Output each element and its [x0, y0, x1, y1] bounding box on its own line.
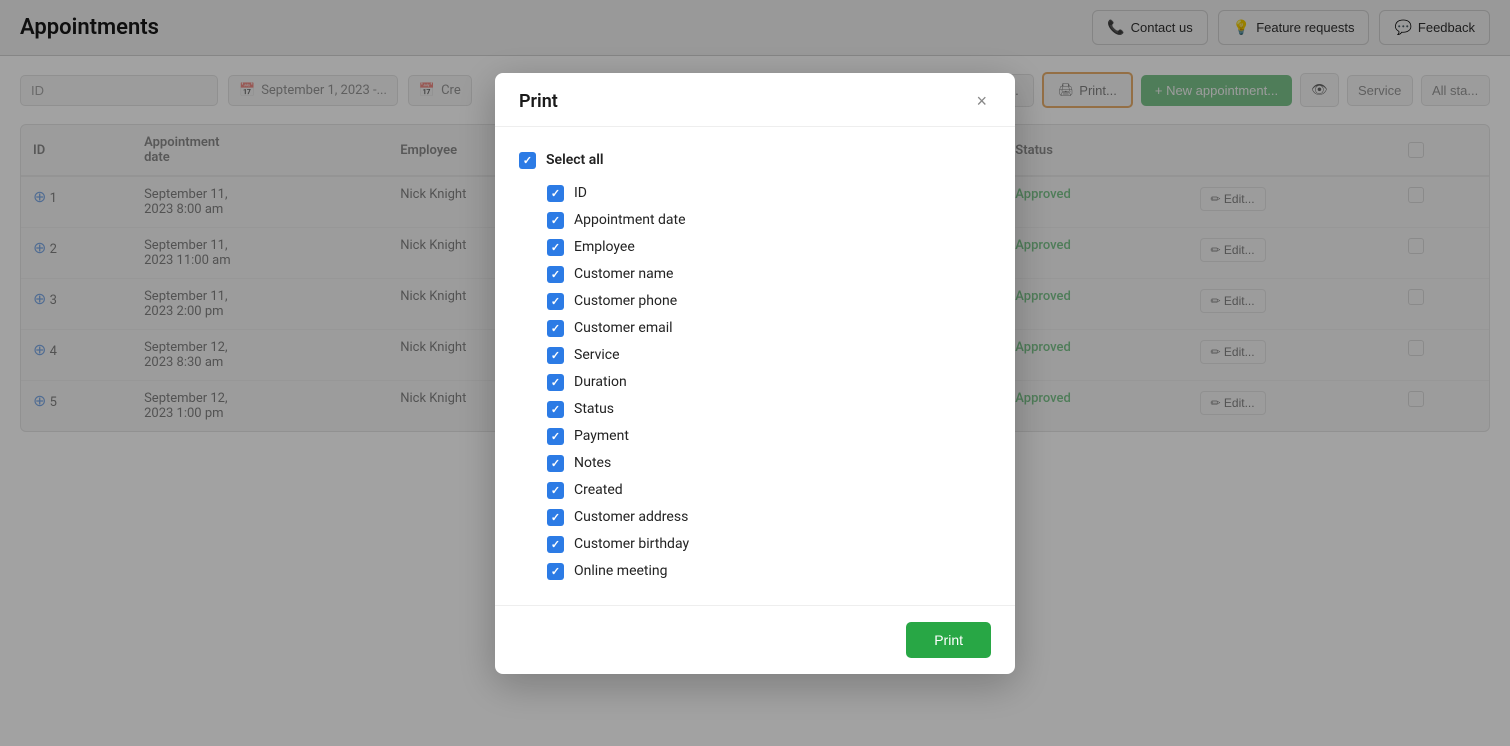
checkbox-label-duration: Duration	[574, 374, 627, 390]
checkbox-item-customer-birthday[interactable]: Customer birthday	[519, 531, 991, 558]
checkbox-item-notes[interactable]: Notes	[519, 450, 991, 477]
checkbox-label-status: Status	[574, 401, 614, 417]
checkbox-created[interactable]	[547, 482, 564, 499]
checkbox-item-service[interactable]: Service	[519, 342, 991, 369]
checkbox-customer-birthday[interactable]	[547, 536, 564, 553]
checkbox-label-customer-name: Customer name	[574, 266, 673, 282]
checkbox-customer-address[interactable]	[547, 509, 564, 526]
checkbox-label-payment: Payment	[574, 428, 629, 444]
checkbox-status[interactable]	[547, 401, 564, 418]
checkbox-item-status[interactable]: Status	[519, 396, 991, 423]
modal-header: Print ×	[495, 73, 1015, 127]
checkbox-duration[interactable]	[547, 374, 564, 391]
select-all-checkbox[interactable]	[519, 152, 536, 169]
checkbox-item-customer-email[interactable]: Customer email	[519, 315, 991, 342]
select-all-label: Select all	[546, 152, 604, 168]
modal-footer: Print	[495, 605, 1015, 674]
checkbox-item-employee[interactable]: Employee	[519, 234, 991, 261]
checkbox-label-notes: Notes	[574, 455, 611, 471]
modal-title: Print	[519, 91, 558, 112]
checkbox-employee[interactable]	[547, 239, 564, 256]
checkbox-item-online-meeting[interactable]: Online meeting	[519, 558, 991, 585]
modal-print-button[interactable]: Print	[906, 622, 991, 658]
checkbox-label-customer-phone: Customer phone	[574, 293, 677, 309]
print-modal: Print × Select all ID Appointment date	[495, 73, 1015, 674]
checkbox-item-customer-phone[interactable]: Customer phone	[519, 288, 991, 315]
checkbox-notes[interactable]	[547, 455, 564, 472]
checkbox-label-customer-birthday: Customer birthday	[574, 536, 689, 552]
checkbox-item-created[interactable]: Created	[519, 477, 991, 504]
checkbox-label-appointment-date: Appointment date	[574, 212, 686, 228]
checkbox-item-id[interactable]: ID	[519, 180, 991, 207]
checkbox-service[interactable]	[547, 347, 564, 364]
checkbox-label-customer-address: Customer address	[574, 509, 688, 525]
checkbox-customer-name[interactable]	[547, 266, 564, 283]
modal-body: Select all ID Appointment date Employee	[495, 127, 1015, 605]
checkbox-label-employee: Employee	[574, 239, 635, 255]
checkbox-label-customer-email: Customer email	[574, 320, 673, 336]
checkbox-item-customer-name[interactable]: Customer name	[519, 261, 991, 288]
checkbox-label-created: Created	[574, 482, 623, 498]
modal-overlay[interactable]: Print × Select all ID Appointment date	[0, 0, 1510, 746]
checkbox-id[interactable]	[547, 185, 564, 202]
select-all-checkbox-item[interactable]: Select all	[519, 147, 991, 174]
checkbox-item-customer-address[interactable]: Customer address	[519, 504, 991, 531]
checkbox-online-meeting[interactable]	[547, 563, 564, 580]
checkbox-label-service: Service	[574, 347, 620, 363]
checkbox-item-payment[interactable]: Payment	[519, 423, 991, 450]
checkbox-item-appointment-date[interactable]: Appointment date	[519, 207, 991, 234]
checkbox-label-id: ID	[574, 185, 587, 201]
checkbox-customer-email[interactable]	[547, 320, 564, 337]
checkbox-item-duration[interactable]: Duration	[519, 369, 991, 396]
modal-close-button[interactable]: ×	[972, 92, 991, 110]
checkbox-customer-phone[interactable]	[547, 293, 564, 310]
checkbox-appointment-date[interactable]	[547, 212, 564, 229]
checkbox-label-online-meeting: Online meeting	[574, 563, 668, 579]
checkbox-payment[interactable]	[547, 428, 564, 445]
